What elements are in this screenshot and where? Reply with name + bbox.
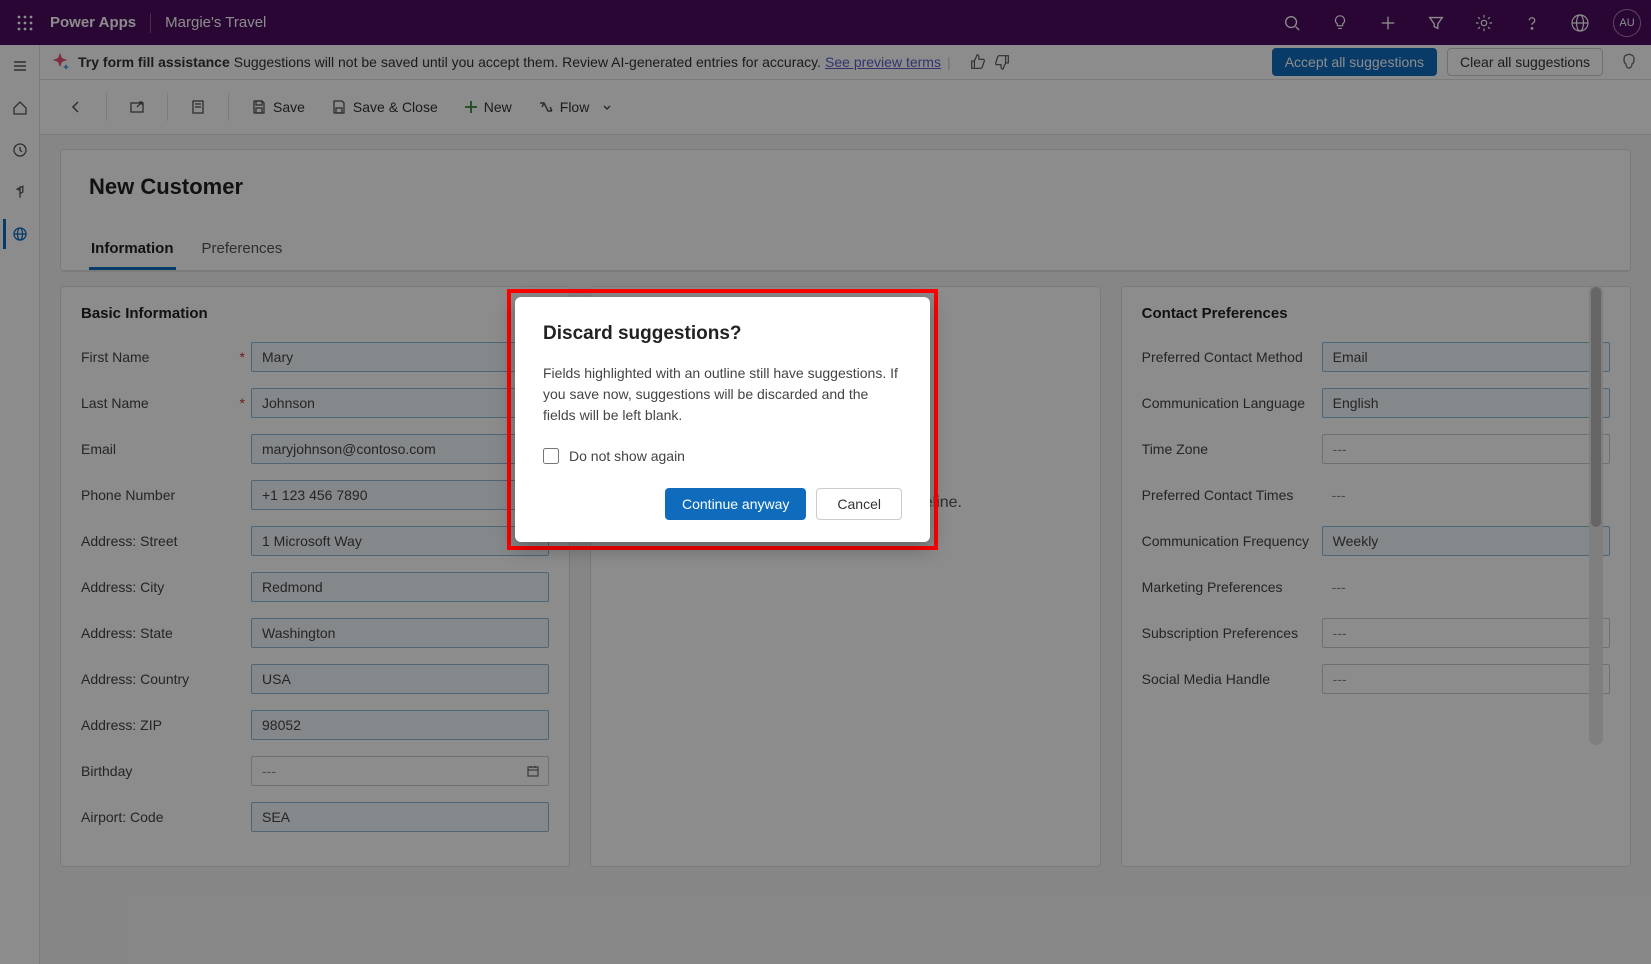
dont-show-checkbox[interactable] <box>543 448 559 464</box>
dont-show-label: Do not show again <box>569 448 685 464</box>
dialog-highlight-box: Discard suggestions? Fields highlighted … <box>507 289 938 550</box>
discard-dialog: Discard suggestions? Fields highlighted … <box>515 297 930 542</box>
dialog-title: Discard suggestions? <box>543 323 902 345</box>
cancel-button[interactable]: Cancel <box>816 488 902 520</box>
dont-show-check[interactable]: Do not show again <box>543 448 902 464</box>
dialog-body: Fields highlighted with an outline still… <box>543 363 902 426</box>
continue-anyway-button[interactable]: Continue anyway <box>665 488 806 520</box>
